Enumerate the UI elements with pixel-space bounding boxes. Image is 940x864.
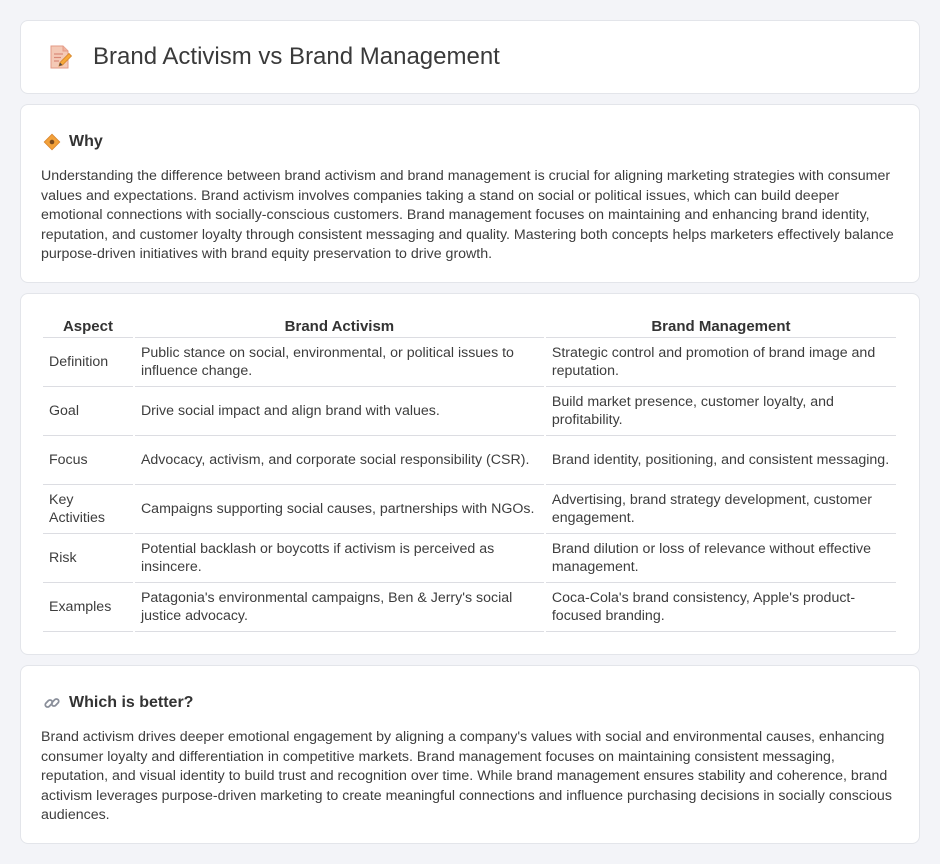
- table-header-row: Aspect Brand Activism Brand Management: [43, 316, 896, 338]
- row-activism: Drive social impact and align brand with…: [134, 387, 544, 436]
- why-body: Understanding the difference between bra…: [41, 168, 894, 263]
- header-brand-management: Brand Management: [545, 316, 896, 338]
- better-body: Brand activism drives deeper emotional e…: [41, 729, 892, 824]
- row-aspect: Definition: [43, 338, 133, 387]
- row-activism: Campaigns supporting social causes, part…: [134, 485, 544, 534]
- row-management: Strategic control and promotion of brand…: [545, 338, 896, 387]
- table-row: Goal Drive social impact and align brand…: [43, 387, 896, 436]
- row-management: Advertising, brand strategy development,…: [545, 485, 896, 534]
- comparison-table-card: Aspect Brand Activism Brand Management D…: [20, 293, 920, 655]
- link-icon: [43, 694, 61, 712]
- row-activism: Potential backlash or boycotts if activi…: [134, 534, 544, 583]
- page-title: Brand Activism vs Brand Management: [93, 43, 500, 70]
- row-activism: Advocacy, activism, and corporate social…: [134, 436, 544, 485]
- why-section: Why Understanding the difference between…: [20, 104, 920, 283]
- why-title: Why: [69, 132, 103, 150]
- table-row: Key Activities Campaigns supporting soci…: [43, 485, 896, 534]
- header-aspect: Aspect: [43, 316, 133, 338]
- diamond-sign-icon: [43, 133, 61, 151]
- row-management: Brand identity, positioning, and consist…: [545, 436, 896, 485]
- table-row: Examples Patagonia's environmental campa…: [43, 583, 896, 632]
- row-activism: Public stance on social, environmental, …: [134, 338, 544, 387]
- table-row: Focus Advocacy, activism, and corporate …: [43, 436, 896, 485]
- table-row: Definition Public stance on social, envi…: [43, 338, 896, 387]
- table-row: Risk Potential backlash or boycotts if a…: [43, 534, 896, 583]
- comparison-table: Aspect Brand Activism Brand Management D…: [41, 316, 898, 632]
- row-management: Build market presence, customer loyalty,…: [545, 387, 896, 436]
- row-management: Brand dilution or loss of relevance with…: [545, 534, 896, 583]
- header-brand-activism: Brand Activism: [134, 316, 544, 338]
- row-activism: Patagonia's environmental campaigns, Ben…: [134, 583, 544, 632]
- header-card: Brand Activism vs Brand Management: [20, 20, 920, 94]
- row-management: Coca-Cola's brand consistency, Apple's p…: [545, 583, 896, 632]
- better-title: Which is better?: [69, 693, 194, 711]
- row-aspect: Goal: [43, 387, 133, 436]
- row-aspect: Risk: [43, 534, 133, 583]
- document-pencil-icon: [50, 45, 73, 69]
- row-aspect: Key Activities: [43, 485, 133, 534]
- row-aspect: Focus: [43, 436, 133, 485]
- row-aspect: Examples: [43, 583, 133, 632]
- which-is-better-section: Which is better? Brand activism drives d…: [20, 665, 920, 844]
